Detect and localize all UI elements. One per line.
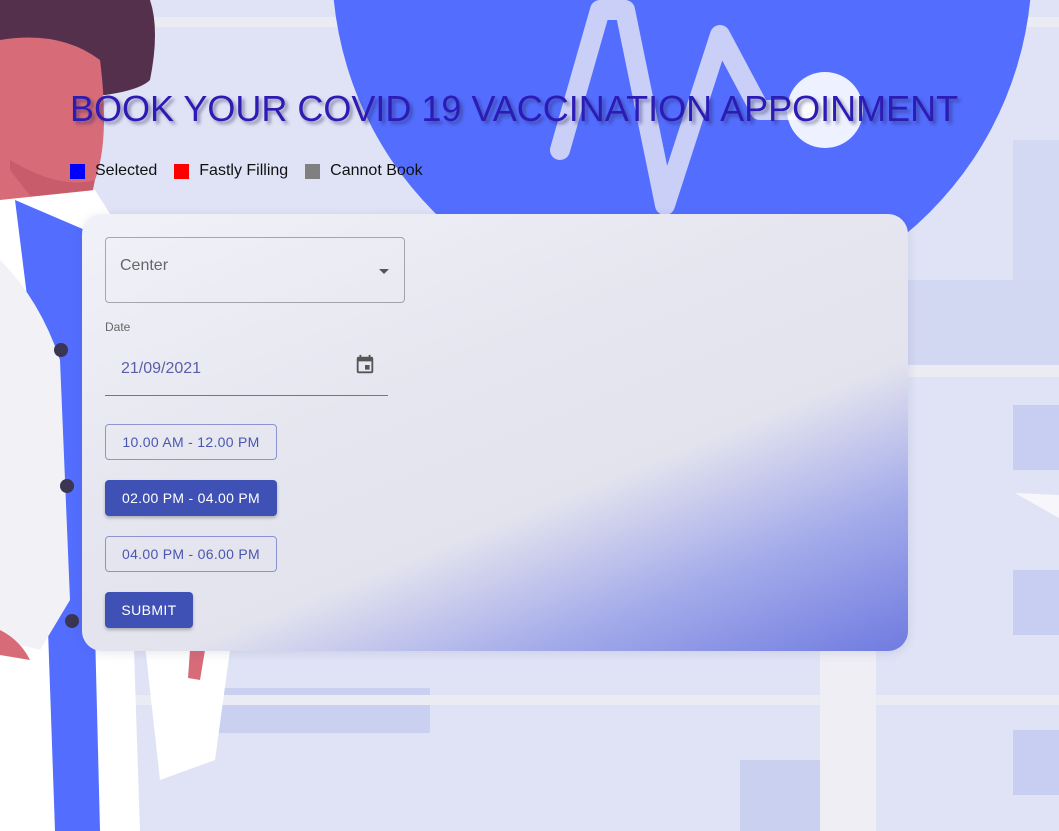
legend-item-cannot-book: Cannot Book [305, 162, 423, 180]
legend-swatch-selected [70, 163, 85, 179]
legend: Selected Fastly Filling Cannot Book [70, 162, 440, 180]
legend-label: Fastly Filling [199, 162, 289, 179]
booking-form-card: Center Date 10.00 AM - 12.00 PM 02.00 PM… [82, 214, 908, 651]
date-label: Date [105, 320, 131, 334]
calendar-icon[interactable] [354, 354, 376, 376]
page-title: BOOK YOUR COVID 19 VACCINATION APPOINMEN… [70, 88, 959, 129]
time-slot-button[interactable]: 10.00 AM - 12.00 PM [105, 424, 277, 460]
legend-label: Selected [95, 162, 158, 179]
time-slot-button[interactable]: 04.00 PM - 06.00 PM [105, 536, 277, 572]
legend-swatch-cannot-book [305, 163, 321, 179]
submit-button[interactable]: SUBMIT [105, 592, 193, 628]
legend-item-selected: Selected [70, 162, 157, 180]
legend-swatch-fastly-filling [174, 163, 190, 179]
legend-label: Cannot Book [330, 162, 423, 179]
time-slot-button-selected[interactable]: 02.00 PM - 04.00 PM [105, 480, 277, 516]
center-select[interactable]: Center [105, 237, 405, 303]
legend-item-fastly-filling: Fastly Filling [174, 162, 288, 180]
center-select-label: Center [120, 257, 169, 274]
date-input[interactable] [105, 342, 345, 395]
date-field [105, 342, 388, 396]
chevron-down-icon [379, 269, 389, 274]
